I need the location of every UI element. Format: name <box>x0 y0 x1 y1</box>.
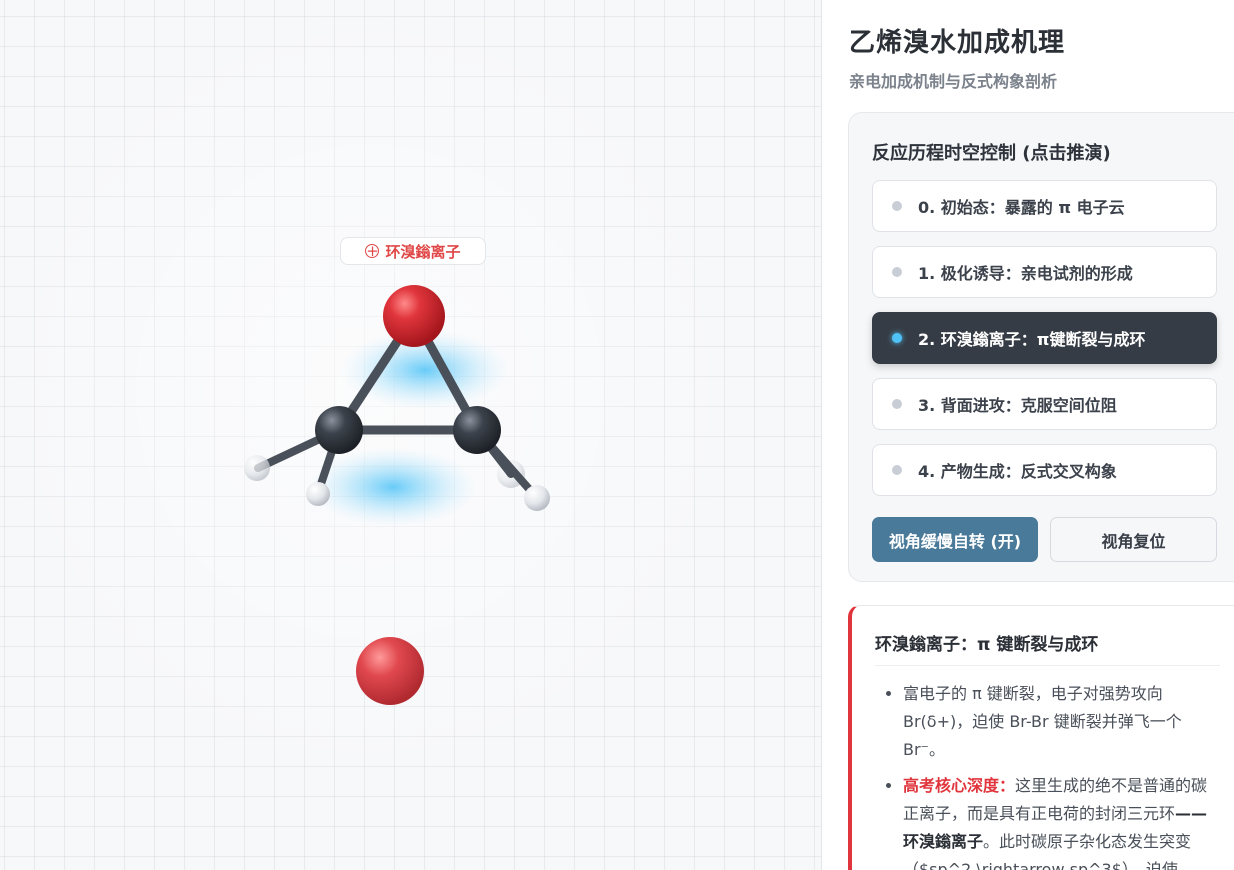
timeline-step-2[interactable]: 2. 环溴鎓离子：π键断裂与成环 <box>872 312 1217 364</box>
carbon-atom-left <box>315 406 363 454</box>
step-indicator-dot <box>892 201 902 211</box>
detail-bullet-item: 高考核心深度：这里生成的绝不是普通的碳正离子，而是具有正电荷的封闭三元环——环溴… <box>903 772 1221 870</box>
control-panel: 乙烯溴水加成机理 亲电加成机制与反式构象剖析 反应历程时空控制 (点击推演) 0… <box>821 0 1234 870</box>
page-subtitle: 亲电加成机制与反式构象剖析 <box>849 72 1058 91</box>
reaction-timeline-card: 反应历程时空控制 (点击推演) 0. 初始态：暴露的 π 电子云 1. 极化诱导… <box>848 112 1234 582</box>
step-indicator-dot <box>892 267 902 277</box>
detail-bullet-item: 富电子的 π 键断裂，电子对强势攻向 Br(δ+)，迫使 Br-Br 键断裂并弹… <box>903 680 1221 764</box>
timeline-step-label: 1. 极化诱导：亲电试剂的形成 <box>918 264 1133 283</box>
carbon-atom-right <box>453 406 501 454</box>
timeline-step-0[interactable]: 0. 初始态：暴露的 π 电子云 <box>872 180 1217 232</box>
bromine-atom-bridging <box>383 285 445 347</box>
hydrogen-atom-front-right <box>524 485 550 511</box>
timeline-heading: 反应历程时空控制 (点击推演) <box>872 143 1111 164</box>
bromonium-ion-label: + 环溴鎓离子 <box>340 237 486 265</box>
timeline-step-label: 3. 背面进攻：克服空间位阻 <box>918 396 1117 415</box>
detail-bullet-list: 富电子的 π 键断裂，电子对强势攻向 Br(δ+)，迫使 Br-Br 键断裂并弹… <box>875 680 1221 870</box>
reset-view-button[interactable]: 视角复位 <box>1050 517 1217 562</box>
step-indicator-dot-active <box>892 333 902 343</box>
detail-bullet-text: 富电子的 π 键断裂，电子对强势攻向 Br(δ+)，迫使 Br-Br 键断裂并弹… <box>903 684 1182 759</box>
timeline-step-4[interactable]: 4. 产物生成：反式交叉构象 <box>872 444 1217 496</box>
plus-circle-icon: + <box>365 241 380 260</box>
timeline-step-3[interactable]: 3. 背面进攻：克服空间位阻 <box>872 378 1217 430</box>
detail-title: 环溴鎓离子：π 键断裂与成环 <box>875 635 1099 655</box>
hydrogen-atom-front-left <box>306 482 330 506</box>
step-detail-card: 环溴鎓离子：π 键断裂与成环 富电子的 π 键断裂，电子对强势攻向 Br(δ+)… <box>848 605 1234 870</box>
bromide-ion-leaving <box>356 637 424 705</box>
step-indicator-dot <box>892 399 902 409</box>
timeline-step-label: 2. 环溴鎓离子：π键断裂与成环 <box>918 330 1146 349</box>
timeline-step-1[interactable]: 1. 极化诱导：亲电试剂的形成 <box>872 246 1217 298</box>
auto-rotate-toggle-button[interactable]: 视角缓慢自转 (开) <box>872 517 1038 562</box>
bromonium-ion-label-text: 环溴鎓离子 <box>385 242 461 261</box>
hydrogen-atom-back-left <box>244 455 270 481</box>
molecule-3d-scene[interactable] <box>0 0 821 870</box>
timeline-step-label: 0. 初始态：暴露的 π 电子云 <box>918 198 1125 217</box>
molecule-viewport[interactable]: + 环溴鎓离子 <box>0 0 821 870</box>
detail-divider <box>875 665 1220 666</box>
step-indicator-dot <box>892 465 902 475</box>
key-point-highlight: 高考核心深度： <box>903 776 1016 795</box>
page-title: 乙烯溴水加成机理 <box>849 28 1066 58</box>
timeline-step-label: 4. 产物生成：反式交叉构象 <box>918 462 1117 481</box>
